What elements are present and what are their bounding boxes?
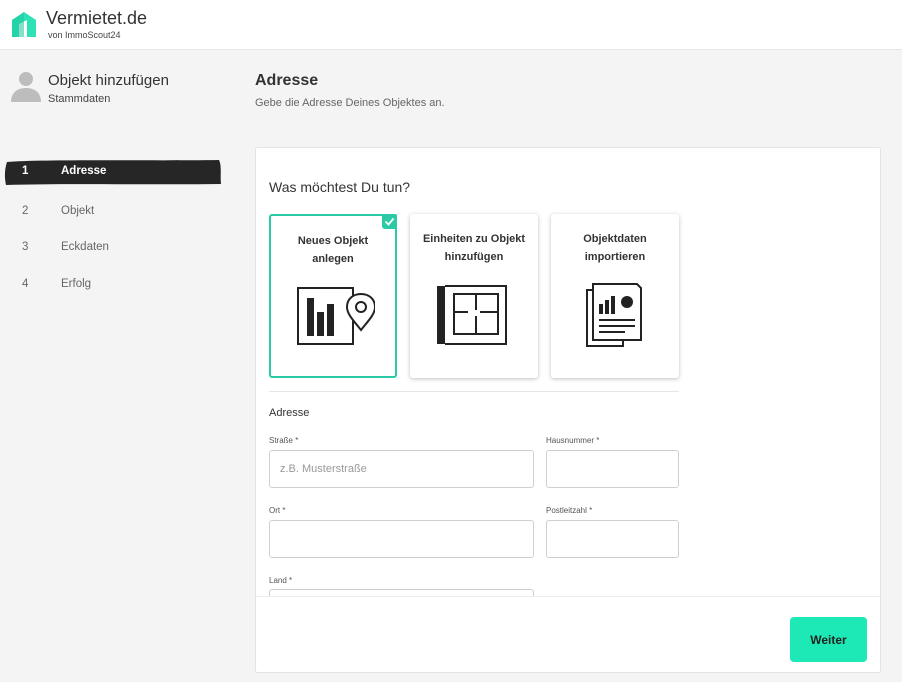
step-number: 1 (22, 165, 29, 177)
step-label: Erfolg (61, 277, 92, 290)
sidebar-title: Objekt hinzufügen (48, 72, 169, 89)
building-location-icon (297, 287, 375, 345)
check-icon (382, 214, 397, 229)
step-erfolg[interactable]: 4 Erfolg (0, 266, 225, 303)
question-heading: Was möchtest Du tun? (269, 179, 411, 195)
option-new-object[interactable]: Neues Objekt anlegen (269, 214, 397, 378)
street-input[interactable] (269, 450, 534, 488)
section-divider (269, 391, 679, 392)
city-input[interactable] (269, 520, 534, 558)
card-footer: Weiter (256, 596, 880, 672)
address-section-title: Adresse (269, 407, 310, 419)
option-import-data[interactable]: Objektdaten importieren (551, 214, 679, 378)
option-label: Einheiten zu Objekt hinzufügen (422, 233, 526, 263)
house-number-input[interactable] (546, 450, 679, 488)
step-label: Eckdaten (61, 241, 109, 254)
option-label: Objektdaten importieren (583, 233, 647, 263)
country-label: Land * (269, 576, 293, 585)
step-number: 2 (22, 204, 29, 217)
documents-chart-icon (586, 283, 642, 347)
step-label: Objekt (61, 204, 95, 217)
step-objekt[interactable]: 2 Objekt (0, 193, 225, 230)
option-add-units[interactable]: Einheiten zu Objekt hinzufügen (410, 214, 538, 378)
floorplan-icon (437, 285, 507, 345)
brand-name: Vermietet.de (46, 8, 148, 28)
postal-code-input[interactable] (546, 520, 679, 558)
sidebar-header: Objekt hinzufügen Stammdaten (10, 68, 240, 108)
city-label: Ort * (269, 506, 286, 515)
user-avatar-icon (11, 72, 41, 102)
option-label: Neues Objekt anlegen (297, 235, 369, 265)
page-header: Adresse Gebe die Adresse Deines Objektes… (255, 72, 445, 109)
active-step-highlight (4, 160, 221, 185)
step-navigation: 1 Adresse 2 Objekt 3 Eckdaten 4 Erfolg (0, 156, 225, 302)
logo-icon[interactable] (9, 9, 39, 39)
page-title: Adresse (255, 72, 319, 89)
street-label: Straße * (269, 436, 299, 445)
step-number: 4 (22, 277, 29, 290)
postal-code-label: Postleitzahl * (546, 506, 593, 515)
next-button[interactable]: Weiter (790, 617, 867, 662)
top-bar: Vermietet.de von ImmoScout24 (0, 0, 902, 50)
step-number: 3 (22, 241, 29, 254)
step-adresse[interactable]: 1 Adresse (0, 156, 225, 193)
page-subtitle: Gebe die Adresse Deines Objektes an. (255, 97, 445, 109)
step-eckdaten[interactable]: 3 Eckdaten (0, 229, 225, 266)
house-number-label: Hausnummer * (546, 436, 600, 445)
brand-subtitle: von ImmoScout24 (48, 30, 121, 40)
form-card: Was möchtest Du tun? Neues Objekt anlege… (255, 147, 881, 673)
step-label: Adresse (61, 165, 107, 177)
sidebar-subtitle: Stammdaten (48, 93, 111, 105)
